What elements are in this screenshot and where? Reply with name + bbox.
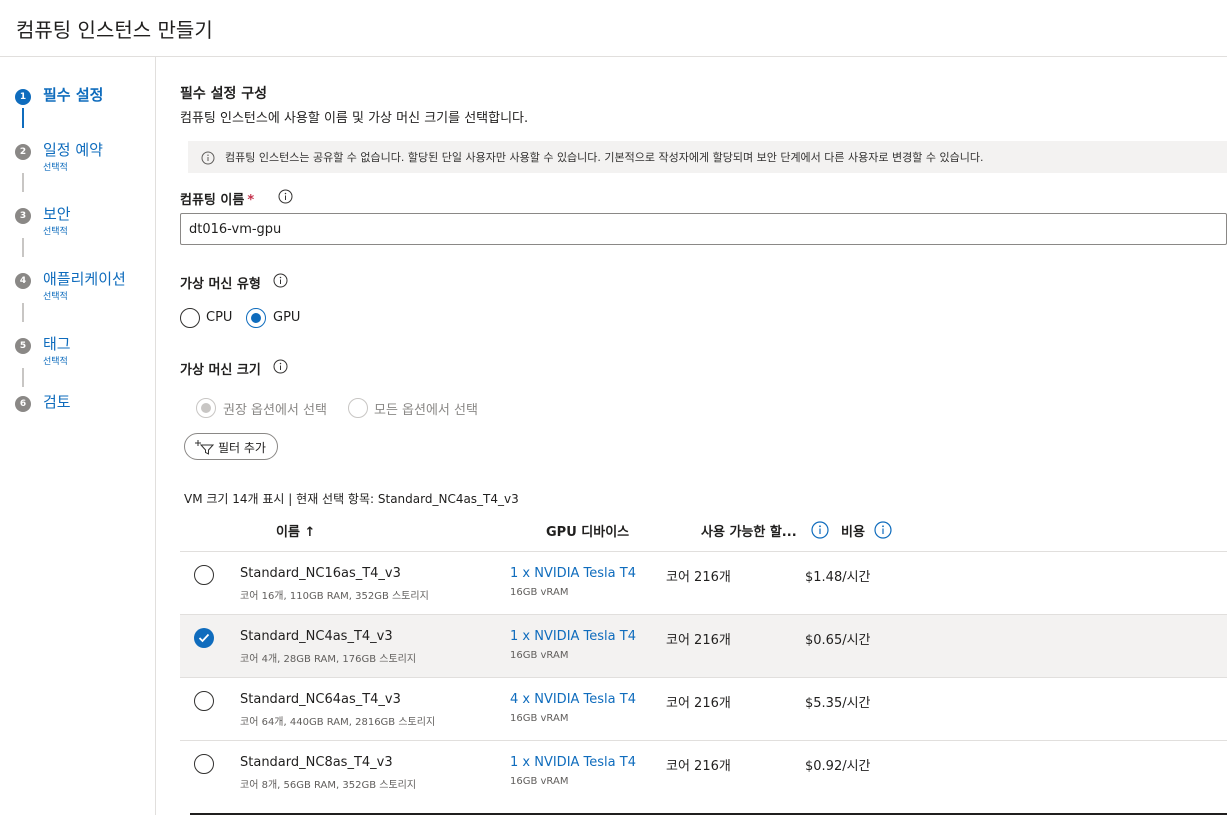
step-label[interactable]: 보안: [43, 203, 71, 224]
vm-size-spec: 코어 16개, 110GB RAM, 352GB 스토리지: [240, 591, 429, 602]
available-cores: 코어 216개: [666, 633, 731, 648]
available-cores: 코어 216개: [666, 759, 731, 774]
vm-size-name: Standard_NC8as_T4_v3: [240, 755, 393, 770]
step-connector: [22, 368, 24, 387]
step-optional: 선택적: [43, 357, 68, 367]
vm-size-all-label[interactable]: 모든 옵션에서 선택: [374, 399, 478, 418]
checkmark-icon: [198, 633, 210, 643]
available-cores: 코어 216개: [666, 696, 731, 711]
gpu-device-link[interactable]: 1 x NVIDIA Tesla T4: [510, 629, 636, 644]
step-connector: [22, 238, 24, 257]
step-optional: 선택적: [43, 292, 68, 302]
compute-name-label: 컴퓨팅 이름 *: [180, 189, 254, 208]
table-row[interactable]: Standard_NC64as_T4_v3 코어 64개, 440GB RAM,…: [180, 677, 1227, 740]
page-title: 컴퓨팅 인스턴스 만들기: [16, 18, 213, 42]
step-label[interactable]: 애플리케이션: [43, 268, 126, 289]
section-description: 컴퓨팅 인스턴스에 사용할 이름 및 가상 머신 크기를 선택합니다.: [180, 111, 529, 126]
info-bar: 컴퓨팅 인스턴스는 공유할 수 없습니다. 할당된 단일 사용자만 사용할 수 …: [188, 141, 1227, 173]
add-filter-label: 필터 추가: [218, 441, 266, 455]
compute-name-input[interactable]: [180, 213, 1227, 245]
row-select-radio[interactable]: [194, 628, 214, 648]
available-cores: 코어 216개: [666, 570, 731, 585]
step-number: 5: [15, 338, 31, 354]
vm-type-gpu-radio[interactable]: [246, 308, 266, 328]
vm-size-spec: 코어 8개, 56GB RAM, 352GB 스토리지: [240, 780, 417, 791]
row-select-radio[interactable]: [194, 691, 214, 711]
required-marker: *: [247, 193, 255, 208]
table-row[interactable]: Standard_NC4as_T4_v3 코어 4개, 28GB RAM, 17…: [180, 614, 1227, 677]
vm-type-gpu-label[interactable]: GPU: [273, 310, 300, 325]
step-number: 2: [15, 144, 31, 160]
gpu-device-link[interactable]: 1 x NVIDIA Tesla T4: [510, 566, 636, 581]
vm-size-spec: 코어 64개, 440GB RAM, 2816GB 스토리지: [240, 717, 436, 728]
vm-size-all-radio[interactable]: [348, 398, 368, 418]
gpu-vram: 16GB vRAM: [510, 650, 569, 661]
row-select-radio[interactable]: [194, 754, 214, 774]
section-title: 필수 설정 구성: [180, 86, 268, 102]
column-header-gpu[interactable]: GPU 디바이스: [546, 521, 629, 540]
add-filter-button[interactable]: 필터 추가: [184, 433, 278, 460]
info-text: 컴퓨팅 인스턴스는 공유할 수 없습니다. 할당된 단일 사용자만 사용할 수 …: [225, 151, 984, 164]
step-label[interactable]: 필수 설정: [43, 84, 103, 105]
gpu-device-link[interactable]: 1 x NVIDIA Tesla T4: [510, 755, 636, 770]
vm-type-label: 가상 머신 유형: [180, 277, 261, 292]
vm-cost: $0.65/시간: [805, 633, 871, 648]
info-icon[interactable]: [273, 273, 288, 288]
column-header-cost[interactable]: 비용: [841, 521, 865, 540]
vm-size-summary: VM 크기 14개 표시 | 현재 선택 항목: Standard_NC4as_…: [184, 492, 519, 506]
step-label[interactable]: 일정 예약: [43, 139, 103, 160]
step-connector: [22, 173, 24, 192]
vm-size-spec: 코어 4개, 28GB RAM, 176GB 스토리지: [240, 654, 417, 665]
vm-size-name: Standard_NC4as_T4_v3: [240, 629, 393, 644]
vm-size-name: Standard_NC16as_T4_v3: [240, 566, 401, 581]
vm-type-cpu-radio[interactable]: [180, 308, 200, 328]
info-icon[interactable]: [811, 521, 829, 539]
table-row[interactable]: Standard_NC16as_T4_v3 코어 16개, 110GB RAM,…: [180, 551, 1227, 614]
gpu-vram: 16GB vRAM: [510, 776, 569, 787]
compute-name-label-text: 컴퓨팅 이름: [180, 193, 245, 208]
column-header-name[interactable]: 이름 ↑: [276, 521, 315, 540]
main-content: 필수 설정 구성 컴퓨팅 인스턴스에 사용할 이름 및 가상 머신 크기를 선택…: [156, 57, 1227, 815]
step-optional: 선택적: [43, 163, 68, 173]
step-connector: [22, 108, 24, 128]
vm-type-cpu-label[interactable]: CPU: [206, 310, 232, 325]
step-number: 3: [15, 208, 31, 224]
step-number: 6: [15, 396, 31, 412]
step-optional: 선택적: [43, 227, 68, 237]
row-select-radio[interactable]: [194, 565, 214, 585]
vm-size-recommended-radio[interactable]: [196, 398, 216, 418]
wizard-steps: 1 필수 설정 2 일정 예약 선택적 3 보안 선택적 4 애플리케이션 선택…: [0, 57, 156, 815]
info-icon[interactable]: [874, 521, 892, 539]
page-header: 컴퓨팅 인스턴스 만들기: [0, 0, 1227, 57]
step-connector: [22, 303, 24, 322]
info-icon[interactable]: [278, 189, 293, 204]
info-icon[interactable]: [273, 359, 288, 374]
vm-cost: $5.35/시간: [805, 696, 871, 711]
step-number: 4: [15, 273, 31, 289]
column-header-available[interactable]: 사용 가능한 할...: [701, 521, 797, 540]
vm-cost: $1.48/시간: [805, 570, 871, 585]
info-circle-icon: [201, 150, 215, 169]
gpu-vram: 16GB vRAM: [510, 713, 569, 724]
filter-add-icon: [194, 439, 216, 459]
vm-size-label: 가상 머신 크기: [180, 363, 261, 378]
step-label[interactable]: 검토: [43, 391, 71, 412]
step-number: 1: [15, 89, 31, 105]
gpu-device-link[interactable]: 4 x NVIDIA Tesla T4: [510, 692, 636, 707]
vm-cost: $0.92/시간: [805, 759, 871, 774]
gpu-vram: 16GB vRAM: [510, 587, 569, 598]
table-row[interactable]: Standard_NC8as_T4_v3 코어 8개, 56GB RAM, 35…: [180, 740, 1227, 803]
vm-size-name: Standard_NC64as_T4_v3: [240, 692, 401, 707]
vm-size-recommended-label[interactable]: 권장 옵션에서 선택: [223, 399, 327, 418]
step-label[interactable]: 태그: [43, 333, 71, 354]
